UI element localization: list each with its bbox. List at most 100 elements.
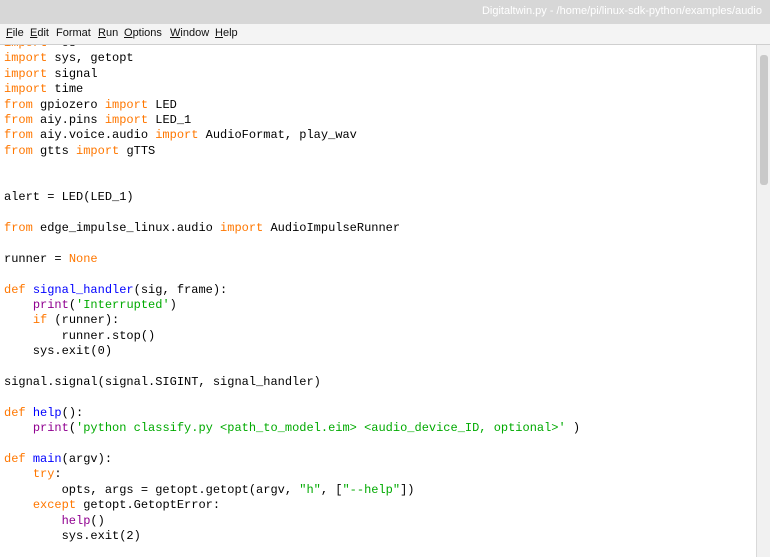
code-token: : bbox=[54, 467, 62, 482]
code-line: except getopt.GetoptError: bbox=[4, 498, 220, 512]
vertical-scrollbar[interactable] bbox=[756, 45, 770, 557]
code-token: () bbox=[90, 513, 105, 528]
code-token: getopt.GetoptError: bbox=[76, 498, 221, 513]
code-token: signal_handler bbox=[32, 282, 134, 297]
code-line: if (runner): bbox=[4, 313, 119, 327]
code-line: import signal bbox=[4, 67, 98, 81]
code-token: ( bbox=[68, 297, 77, 312]
code-line: try: bbox=[4, 467, 62, 481]
code-token: main bbox=[32, 451, 62, 466]
code-token: from bbox=[4, 97, 33, 112]
code-line: from aiy.pins import LED_1 bbox=[4, 113, 191, 127]
code-line: opts, args = getopt.getopt(argv, "h", ["… bbox=[4, 482, 415, 497]
code-token: (runner): bbox=[47, 313, 120, 328]
code-token: import bbox=[4, 51, 48, 66]
code-token: gTTS bbox=[119, 143, 156, 158]
code-token: from bbox=[4, 113, 33, 128]
code-line: def main(argv): bbox=[4, 452, 112, 466]
code-token: signal bbox=[47, 66, 98, 81]
code-token: ) bbox=[169, 297, 177, 312]
scrollbar-thumb[interactable] bbox=[760, 55, 768, 185]
code-token: def bbox=[4, 405, 26, 420]
code-line: sys.exit(2) bbox=[4, 529, 141, 543]
code-token: help bbox=[61, 513, 91, 528]
menu-help[interactable]: Help bbox=[215, 27, 238, 39]
code-token: "h" bbox=[299, 482, 321, 497]
code-token: "--help" bbox=[342, 482, 401, 497]
code-line: runner = None bbox=[4, 252, 98, 266]
code-token: runner.stop() bbox=[4, 328, 156, 343]
code-line: runner.stop() bbox=[4, 328, 156, 343]
code-token: runner = bbox=[4, 251, 69, 266]
code-token: gpiozero bbox=[32, 97, 105, 112]
code-token: import bbox=[4, 82, 48, 97]
code-text[interactable]: import os import sys, getopt import sign… bbox=[4, 45, 580, 544]
code-token: AudioImpulseRunner bbox=[263, 220, 401, 235]
code-token: import bbox=[104, 97, 149, 112]
menu-options[interactable]: Options bbox=[124, 27, 162, 39]
code-token: try bbox=[32, 467, 55, 482]
code-line: print('Interrupted') bbox=[4, 298, 177, 312]
menu-file[interactable]: File bbox=[6, 27, 24, 39]
code-token: ]) bbox=[400, 482, 415, 497]
title-bar: Digitaltwin.py - /home/pi/linux-sdk-pyth… bbox=[0, 0, 770, 25]
code-token: edge_impulse_linux.audio bbox=[32, 220, 221, 235]
code-token: import bbox=[155, 128, 199, 143]
code-line: from aiy.voice.audio import AudioFormat,… bbox=[4, 128, 357, 142]
code-line: from gtts import gTTS bbox=[4, 144, 155, 158]
code-token: sys, getopt bbox=[47, 51, 134, 66]
code-line: from edge_impulse_linux.audio import Aud… bbox=[4, 221, 400, 235]
code-token: 'Interrupted' bbox=[76, 297, 170, 312]
code-line: import sys, getopt bbox=[4, 51, 134, 65]
code-line: print('python classify.py <path_to_model… bbox=[4, 421, 580, 435]
code-token: import bbox=[220, 220, 264, 235]
code-token: if bbox=[32, 313, 48, 328]
code-token: except bbox=[32, 498, 77, 513]
code-token: (): bbox=[61, 405, 84, 420]
code-line: sys.exit(0) bbox=[4, 344, 112, 358]
menu-run[interactable]: Run bbox=[98, 27, 118, 39]
code-token: import bbox=[4, 66, 48, 81]
code-token: ) bbox=[565, 421, 581, 436]
code-token: sys.exit(2) bbox=[4, 529, 141, 543]
code-token: print bbox=[32, 297, 69, 312]
code-token: os bbox=[47, 45, 76, 50]
code-token: def bbox=[4, 282, 26, 297]
menu-format[interactable]: Format bbox=[56, 27, 91, 39]
code-token: from bbox=[4, 143, 33, 158]
code-line: import time bbox=[4, 82, 83, 96]
code-token: alert = LED(LED_1) bbox=[4, 190, 134, 205]
code-token: from bbox=[4, 220, 33, 235]
code-line: def signal_handler(sig, frame): bbox=[4, 283, 227, 297]
code-line: from gpiozero import LED bbox=[4, 98, 177, 112]
code-token: aiy.voice.audio bbox=[32, 128, 156, 143]
code-line: def help(): bbox=[4, 406, 83, 420]
code-token: gtts bbox=[32, 143, 77, 158]
code-editor[interactable]: import os import sys, getopt import sign… bbox=[0, 45, 756, 557]
code-token: , [ bbox=[320, 482, 343, 497]
window-title: Digitaltwin.py - /home/pi/linux-sdk-pyth… bbox=[481, 5, 762, 17]
code-token: AudioFormat, play_wav bbox=[198, 128, 357, 143]
menu-edit[interactable]: Edit bbox=[30, 27, 49, 39]
code-token: from bbox=[4, 128, 33, 143]
code-token: sys.exit(0) bbox=[4, 344, 113, 359]
code-token: (sig, frame): bbox=[133, 282, 228, 297]
menu-window[interactable]: Window bbox=[170, 27, 209, 39]
code-token: def bbox=[4, 451, 26, 466]
code-line: help() bbox=[4, 514, 105, 528]
code-token: import bbox=[104, 113, 149, 128]
code-token: LED bbox=[148, 97, 177, 112]
menu-bar: File Edit Format Run Options Window Help bbox=[0, 24, 770, 45]
code-line: import os bbox=[4, 45, 76, 50]
code-token: (argv): bbox=[61, 451, 113, 466]
code-token: LED_1 bbox=[148, 113, 192, 128]
code-token: time bbox=[47, 82, 84, 97]
code-token: signal.signal(signal.SIGINT, signal_hand… bbox=[4, 374, 321, 389]
